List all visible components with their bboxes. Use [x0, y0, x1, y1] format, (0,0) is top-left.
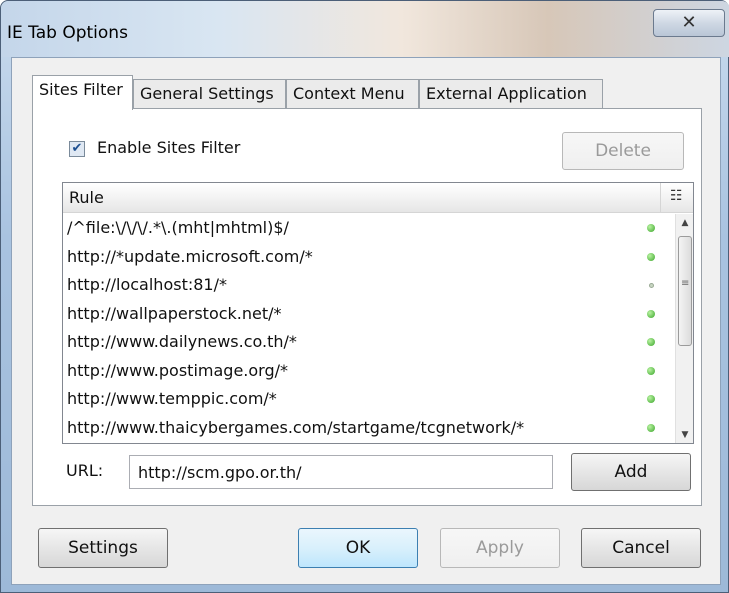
table-row[interactable]: http://localhost:81/* — [63, 271, 673, 300]
tab-label: Context Menu — [293, 84, 405, 103]
url-input[interactable] — [129, 455, 553, 489]
enabled-indicator-icon — [647, 224, 655, 232]
rule-text: http://www.postimage.org/* — [67, 360, 288, 380]
tab-label: External Application — [426, 84, 587, 103]
disabled-indicator-icon — [649, 283, 654, 288]
rule-text: http://*update.microsoft.com/* — [67, 246, 313, 266]
apply-button[interactable]: Apply — [440, 528, 560, 568]
add-button[interactable]: Add — [571, 453, 691, 491]
cancel-button[interactable]: Cancel — [581, 528, 701, 568]
close-button[interactable]: ✕ — [653, 9, 725, 37]
scroll-down-icon[interactable]: ▼ — [676, 426, 693, 443]
table-row[interactable]: http://www.dailynews.co.th/* — [63, 328, 673, 357]
enabled-indicator-icon — [647, 338, 655, 346]
table-row[interactable]: http://wallpaperstock.net/* — [63, 300, 673, 329]
rule-text: http://www.dailynews.co.th/* — [67, 332, 297, 351]
dialog-client-area: Sites Filter General Settings Context Me… — [11, 57, 721, 585]
column-picker-icon[interactable]: ☷ — [670, 188, 683, 204]
table-row[interactable]: http://www.thaicybergames.com/startgame/… — [63, 414, 673, 443]
rule-text: http://wallpaperstock.net/* — [67, 303, 282, 323]
tab-label: Sites Filter — [39, 80, 123, 99]
options-window: IE Tab Options ✕ Sites Filter General Se… — [0, 0, 729, 593]
title-bar[interactable]: IE Tab Options ✕ — [1, 1, 729, 57]
rule-text: http://localhost:81/* — [67, 275, 227, 294]
ok-button[interactable]: OK — [298, 528, 418, 568]
scroll-up-icon[interactable]: ▲ — [676, 214, 693, 232]
rule-text: /^file:\/\/\/.*\.(mht|mhtml)$/ — [67, 218, 289, 237]
rule-text: http://www.temppic.com/* — [67, 389, 277, 408]
enabled-indicator-icon — [647, 252, 655, 261]
tab-context-menu[interactable]: Context Menu — [286, 79, 419, 109]
scrollbar-thumb[interactable]: ≡ — [678, 236, 692, 346]
sites-filter-panel: ✔ Enable Sites Filter Delete Rule ☷ /^fi… — [32, 108, 702, 506]
enable-sites-filter-label[interactable]: Enable Sites Filter — [97, 138, 240, 157]
close-icon: ✕ — [681, 12, 697, 33]
table-row[interactable]: http://www.postimage.org/* — [63, 357, 673, 386]
window-title: IE Tab Options — [7, 23, 128, 43]
table-row[interactable]: /^file:\/\/\/.*\.(mht|mhtml)$/ — [63, 214, 673, 243]
enabled-indicator-icon — [647, 423, 655, 432]
column-header-rule[interactable]: Rule — [69, 188, 104, 207]
column-separator — [660, 183, 661, 213]
tab-sites-filter[interactable]: Sites Filter — [32, 75, 133, 110]
enabled-indicator-icon — [647, 309, 655, 318]
rule-text: http://www.thaicybergames.com/startgame/… — [67, 417, 525, 437]
table-row[interactable]: http://www.temppic.com/* — [63, 385, 673, 414]
grip-icon: ≡ — [681, 278, 690, 289]
rules-list[interactable]: Rule ☷ /^file:\/\/\/.*\.(mht|mhtml)$/ ht… — [62, 182, 694, 444]
enabled-indicator-icon — [647, 366, 655, 375]
tab-general-settings[interactable]: General Settings — [133, 79, 286, 109]
table-row[interactable]: http://*update.microsoft.com/* — [63, 243, 673, 272]
list-header: Rule ☷ — [63, 183, 693, 213]
rules-rows: /^file:\/\/\/.*\.(mht|mhtml)$/ http://*u… — [63, 214, 673, 442]
tab-external-application[interactable]: External Application — [419, 79, 603, 109]
vertical-scrollbar[interactable]: ▲ ≡ ▼ — [675, 214, 693, 443]
enabled-indicator-icon — [647, 395, 655, 403]
enable-sites-filter-checkbox[interactable]: ✔ — [69, 141, 85, 157]
settings-button[interactable]: Settings — [38, 528, 168, 568]
url-label: URL: — [66, 461, 104, 480]
delete-button[interactable]: Delete — [562, 132, 684, 170]
tab-label: General Settings — [140, 84, 274, 103]
